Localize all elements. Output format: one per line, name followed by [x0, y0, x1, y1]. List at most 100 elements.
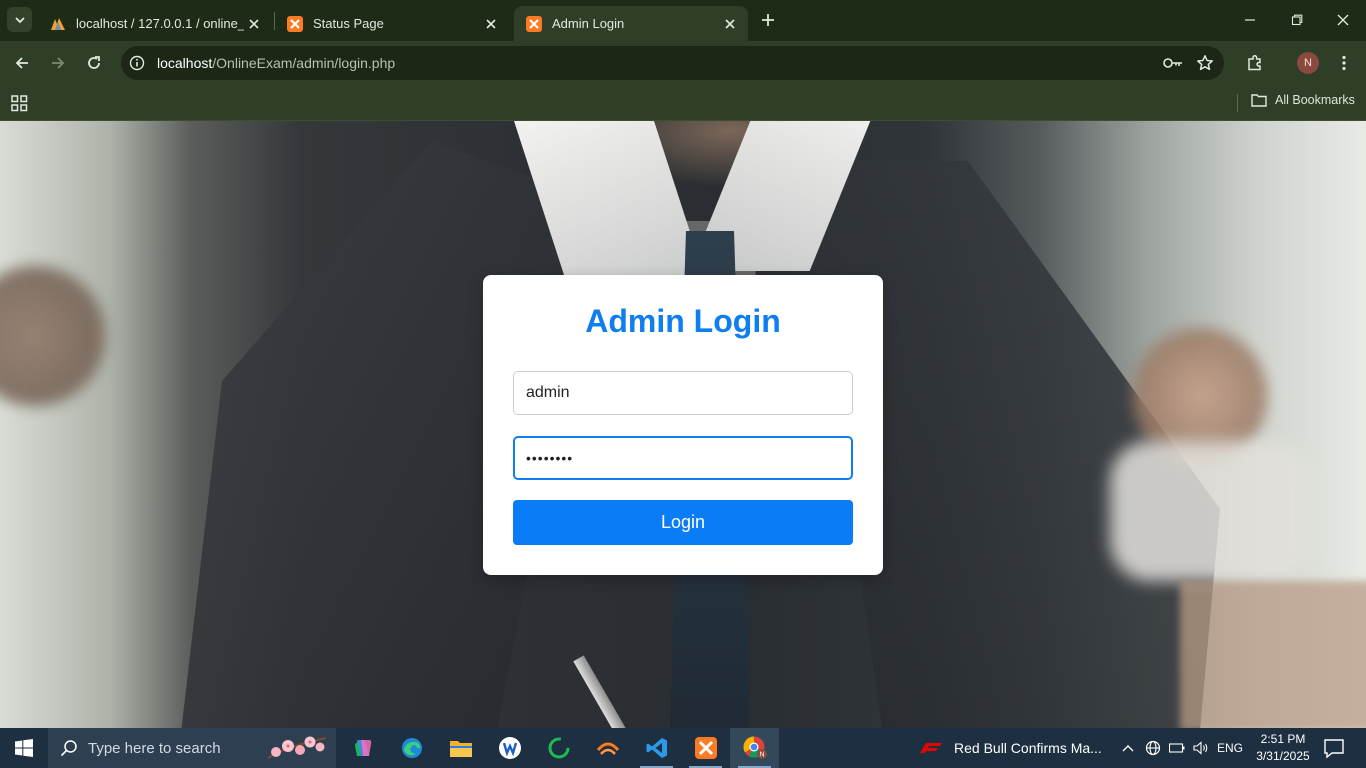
clock-date: 3/31/2025: [1256, 749, 1310, 763]
all-bookmarks-button[interactable]: All Bookmarks: [1251, 93, 1355, 107]
background-photo: [0, 261, 110, 411]
language-indicator[interactable]: ENG: [1214, 728, 1246, 768]
taskbar-file-explorer[interactable]: [436, 728, 485, 768]
close-icon: [1337, 14, 1349, 26]
taskbar-app-green[interactable]: [534, 728, 583, 768]
close-icon[interactable]: [481, 14, 501, 34]
forward-button[interactable]: [44, 49, 72, 77]
taskbar-clock[interactable]: 2:51 PM 3/31/2025: [1248, 731, 1318, 765]
word-app-icon: [498, 737, 521, 759]
clock-time: 2:51 PM: [1260, 732, 1306, 746]
all-bookmarks-label: All Bookmarks: [1275, 93, 1355, 107]
plus-icon: [762, 14, 774, 26]
globe-icon: [1145, 740, 1161, 756]
page-viewport: Admin Login Login: [0, 121, 1366, 728]
network-tray[interactable]: [1142, 728, 1164, 768]
news-headline: Red Bull Confirms Ma...: [954, 740, 1102, 756]
browser-menu-button[interactable]: [1330, 49, 1358, 77]
xampp-icon: [526, 15, 542, 32]
site-info-icon[interactable]: [129, 55, 145, 71]
news-widget[interactable]: Red Bull Confirms Ma...: [918, 728, 1102, 768]
phpmyadmin-icon: [50, 16, 66, 32]
apps-grid-icon[interactable]: [10, 93, 30, 113]
password-input[interactable]: [513, 436, 853, 480]
login-button[interactable]: Login: [513, 500, 853, 545]
page-title: Admin Login: [585, 303, 781, 339]
windows-logo-icon: [15, 739, 33, 757]
svg-text:N: N: [759, 752, 764, 759]
browser-toolbar: localhost/OnlineExam/admin/login.php: [0, 41, 1366, 85]
show-hidden-icons-button[interactable]: [1118, 728, 1138, 768]
tab-admin-login[interactable]: Admin Login: [514, 6, 748, 41]
tab-title: Admin Login: [552, 16, 625, 31]
copilot-icon: [354, 740, 371, 756]
login-card: Admin Login Login: [483, 275, 883, 575]
url-path: /OnlineExam/admin/login.php: [212, 55, 396, 71]
volume-tray[interactable]: [1190, 728, 1212, 768]
arrow-left-icon: [15, 57, 28, 69]
password-key-icon[interactable]: [1160, 50, 1186, 76]
chevron-up-icon: [1122, 745, 1134, 752]
chevron-down-icon: [14, 16, 25, 23]
browser-tab-bar: localhost / 127.0.0.1 / online_ex Status…: [0, 0, 1366, 41]
tab-title: localhost / 127.0.0.1 / online_ex: [76, 16, 244, 31]
username-input[interactable]: [513, 371, 853, 415]
taskbar-app-orange[interactable]: [583, 728, 632, 768]
back-button[interactable]: [8, 49, 36, 77]
cherry-blossom-icon: [267, 736, 327, 759]
orange-app-icon: [596, 742, 619, 755]
taskbar-vscode[interactable]: [632, 728, 681, 768]
tab-title: Status Page: [313, 16, 384, 31]
tab-search-button[interactable]: [7, 7, 32, 32]
battery-tray[interactable]: [1166, 728, 1188, 768]
puzzle-icon: [1248, 54, 1261, 71]
restore-button[interactable]: [1283, 6, 1311, 34]
background-photo: [1110, 441, 1310, 581]
edge-icon: [401, 738, 422, 758]
windows-taskbar: Type here to search N Red Bull Confirms: [0, 728, 1366, 768]
close-icon[interactable]: [720, 14, 740, 34]
taskbar-chrome[interactable]: N: [730, 728, 779, 768]
minimize-icon: [1245, 19, 1255, 21]
xampp-icon: [287, 15, 303, 32]
notification-icon[interactable]: [1322, 736, 1346, 760]
bookmark-star-icon[interactable]: [1192, 50, 1218, 76]
reload-button[interactable]: [80, 49, 108, 77]
minimize-button[interactable]: [1236, 6, 1264, 34]
taskbar-xampp[interactable]: [681, 728, 730, 768]
start-button[interactable]: [0, 728, 48, 768]
url-text[interactable]: localhost/OnlineExam/admin/login.php: [157, 55, 1160, 71]
new-tab-button[interactable]: [756, 8, 780, 32]
taskbar-edge[interactable]: [387, 728, 436, 768]
folder-icon: [1251, 94, 1267, 107]
refresh-circle-icon: [548, 737, 569, 759]
vscode-icon: [646, 738, 667, 758]
reload-icon: [88, 56, 100, 69]
arrow-right-icon: [52, 57, 65, 69]
f1-logo-icon: [920, 743, 942, 753]
taskbar-app-word[interactable]: [485, 728, 534, 768]
close-window-button[interactable]: [1329, 6, 1357, 34]
background-photo: [573, 655, 639, 728]
more-vertical-icon: [1342, 55, 1346, 71]
restore-icon: [1291, 14, 1303, 26]
address-bar[interactable]: localhost/OnlineExam/admin/login.php: [121, 46, 1224, 80]
taskbar-search-box[interactable]: Type here to search: [48, 728, 336, 768]
chrome-icon: N: [743, 736, 767, 759]
url-host: localhost: [157, 55, 213, 71]
bookmark-separator: [1237, 94, 1238, 112]
tab-phpmyadmin[interactable]: localhost / 127.0.0.1 / online_ex: [38, 6, 272, 41]
folder-icon: [449, 741, 472, 757]
bookmarks-bar: All Bookmarks: [0, 85, 1366, 121]
profile-avatar[interactable]: N: [1297, 52, 1319, 74]
speaker-icon: [1193, 741, 1208, 755]
background-photo: [1180, 581, 1366, 728]
close-icon[interactable]: [244, 14, 264, 34]
extensions-button[interactable]: [1241, 49, 1269, 77]
xampp-icon: [694, 737, 717, 759]
tab-status-page[interactable]: Status Page: [275, 6, 509, 41]
taskbar-copilot[interactable]: [338, 728, 387, 768]
search-placeholder: Type here to search: [88, 739, 221, 757]
battery-icon: [1169, 743, 1185, 753]
search-icon: [60, 740, 77, 757]
